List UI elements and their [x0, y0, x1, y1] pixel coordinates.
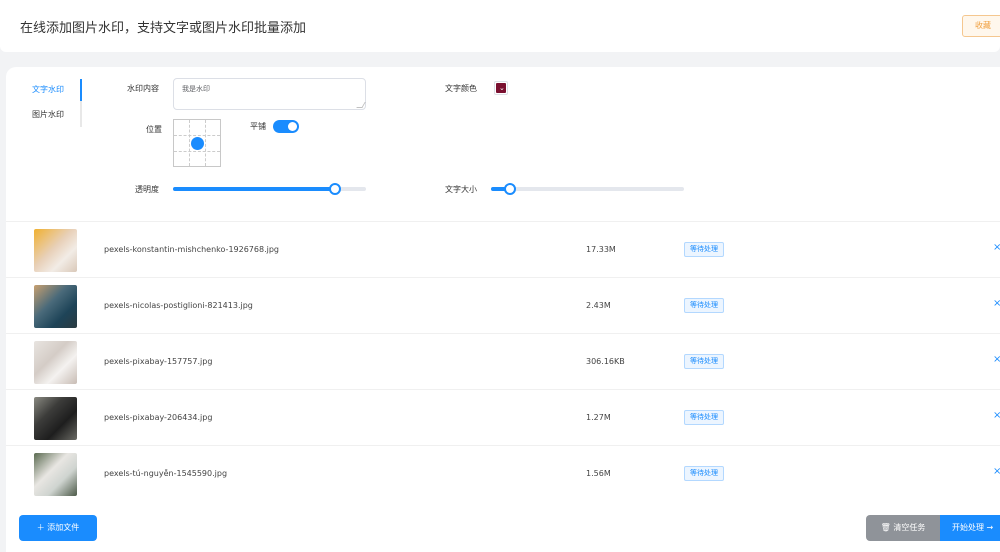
file-thumbnail: [34, 397, 77, 440]
page-title: 在线添加图片水印，支持文字或图片水印批量添加: [20, 21, 307, 36]
file-name: pexels-pixabay-206434.jpg: [104, 413, 213, 422]
clear-tasks-button[interactable]: 🗑 清空任务: [866, 515, 940, 541]
add-file-button[interactable]: ＋ 添加文件: [19, 515, 97, 541]
main-panel: 文字水印 图片水印 水印内容 我是水印 位置 平铺 文字颜色 ⌄ 透明度 文字大…: [6, 67, 1000, 552]
status-badge: 等待处理: [684, 354, 724, 369]
file-thumbnail: [34, 285, 77, 328]
color-label: 文字颜色: [445, 84, 477, 93]
grid-divider: [174, 151, 220, 152]
file-name: pexels-pixabay-157757.jpg: [104, 357, 213, 366]
page-header: 在线添加图片水印，支持文字或图片水印批量添加 收藏: [0, 0, 1000, 52]
tile-toggle[interactable]: [273, 120, 299, 133]
font-size-slider-handle[interactable]: [504, 183, 516, 195]
position-label: 位置: [146, 125, 162, 134]
close-icon[interactable]: ×: [993, 410, 1000, 421]
file-thumbnail: [34, 341, 77, 384]
file-name: pexels-konstantin-mishchenko-1926768.jpg: [104, 245, 279, 254]
resize-handle-icon[interactable]: [356, 102, 366, 108]
color-picker[interactable]: ⌄: [494, 81, 508, 95]
close-icon[interactable]: ×: [993, 466, 1000, 477]
content-label: 水印内容: [127, 84, 159, 93]
table-row: pexels-tú-nguyễn-1545590.jpg 1.56M 等待处理 …: [6, 445, 1000, 501]
table-row: pexels-nicolas-postiglioni-821413.jpg 2.…: [6, 277, 1000, 333]
file-name: pexels-tú-nguyễn-1545590.jpg: [104, 469, 228, 478]
tab-text-watermark[interactable]: 文字水印: [20, 79, 82, 101]
opacity-slider-handle[interactable]: [329, 183, 341, 195]
file-size: 1.27M: [586, 413, 611, 422]
file-thumbnail: [34, 229, 77, 272]
watermark-content-value: 我是水印: [182, 85, 210, 93]
status-badge: 等待处理: [684, 242, 724, 257]
position-grid[interactable]: [173, 119, 221, 167]
color-preview: ⌄: [496, 83, 506, 93]
tile-label: 平铺: [250, 122, 266, 131]
table-row: pexels-pixabay-157757.jpg 306.16KB 等待处理 …: [6, 333, 1000, 389]
table-row: pexels-pixabay-206434.jpg 1.27M 等待处理 ×: [6, 389, 1000, 445]
tab-image-watermark[interactable]: 图片水印: [20, 104, 82, 126]
file-size: 306.16KB: [586, 357, 625, 366]
file-name: pexels-nicolas-postiglioni-821413.jpg: [104, 301, 253, 310]
favorite-button[interactable]: 收藏: [962, 15, 1000, 37]
file-size: 1.56M: [586, 469, 611, 478]
opacity-slider[interactable]: [173, 183, 366, 195]
watermark-type-tabs: 文字水印 图片水印: [20, 79, 82, 127]
file-size: 2.43M: [586, 301, 611, 310]
status-badge: 等待处理: [684, 298, 724, 313]
opacity-slider-fill: [173, 187, 335, 191]
grid-divider: [205, 120, 206, 166]
close-icon[interactable]: ×: [993, 242, 1000, 253]
table-row: pexels-konstantin-mishchenko-1926768.jpg…: [6, 221, 1000, 277]
font-size-slider[interactable]: [491, 183, 684, 195]
close-icon[interactable]: ×: [993, 298, 1000, 309]
chevron-down-icon: ⌄: [499, 84, 505, 92]
position-center-dot[interactable]: [191, 137, 204, 150]
file-thumbnail: [34, 453, 77, 496]
toggle-knob: [288, 122, 297, 131]
grid-divider: [174, 135, 220, 136]
close-icon[interactable]: ×: [993, 354, 1000, 365]
opacity-label: 透明度: [135, 185, 159, 194]
watermark-content-input[interactable]: 我是水印: [173, 78, 366, 110]
status-badge: 等待处理: [684, 466, 724, 481]
font-size-label: 文字大小: [445, 185, 477, 194]
grid-divider: [189, 120, 190, 166]
status-badge: 等待处理: [684, 410, 724, 425]
file-size: 17.33M: [586, 245, 616, 254]
start-processing-button[interactable]: 开始处理 →: [940, 515, 1000, 541]
